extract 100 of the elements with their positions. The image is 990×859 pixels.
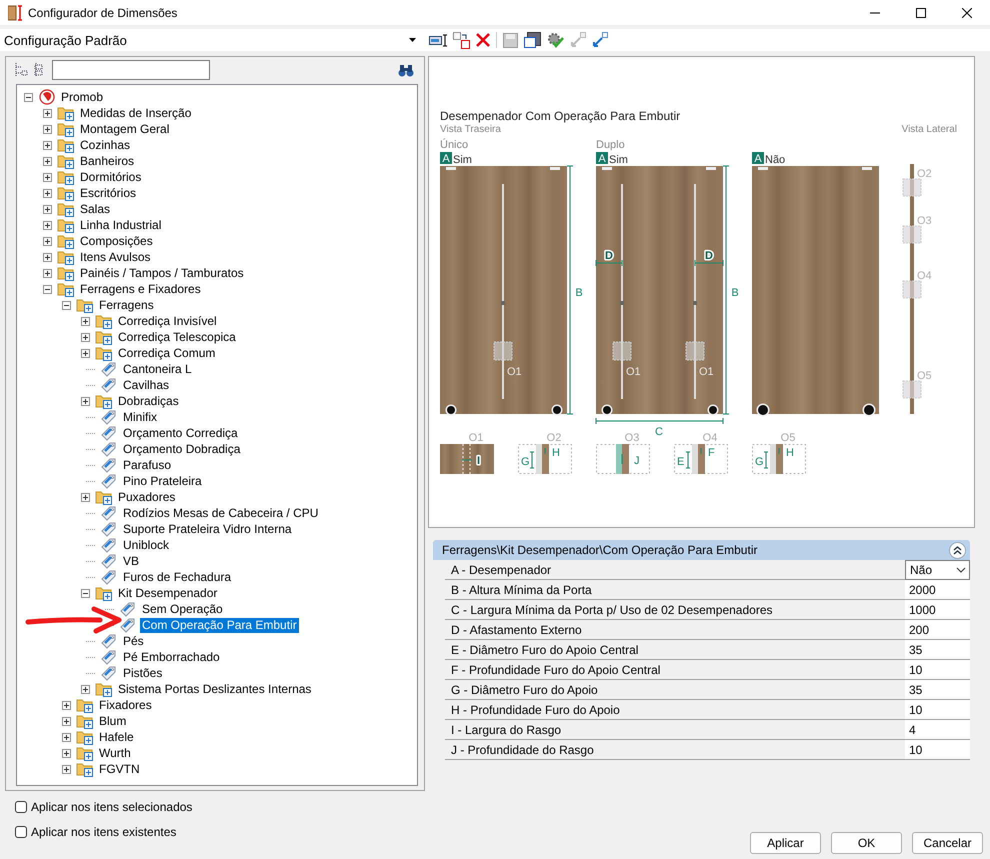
collapse-all-icon[interactable]	[14, 62, 28, 78]
value-field[interactable]: 2000	[905, 580, 970, 599]
checkbox[interactable]	[15, 826, 27, 838]
tree-item[interactable]: Pino Prateleira	[121, 474, 204, 488]
tree-item[interactable]: Cozinhas	[78, 138, 132, 152]
dialog-button[interactable]: Aplicar	[750, 832, 821, 854]
save-as-icon[interactable]	[524, 32, 541, 48]
tree-item[interactable]: Itens Avulsos	[78, 250, 152, 264]
collapse-toggle-icon[interactable]	[43, 284, 52, 294]
expand-toggle-icon[interactable]	[43, 220, 52, 230]
value-field[interactable]: 35	[905, 640, 970, 659]
expand-toggle-icon[interactable]	[62, 732, 71, 742]
tree-item[interactable]: Uniblock	[121, 538, 172, 552]
expand-toggle-icon[interactable]	[43, 268, 52, 278]
expand-toggle-icon[interactable]	[62, 716, 71, 726]
dialog-button[interactable]: Cancelar	[912, 832, 983, 854]
tree-item[interactable]: Painéis / Tampos / Tamburatos	[78, 266, 246, 280]
tree-item[interactable]: Parafuso	[121, 458, 174, 472]
tree-item[interactable]: Montagem Geral	[78, 122, 172, 136]
tree-item[interactable]: Pistões	[121, 666, 164, 680]
tree-item[interactable]: Dormitórios	[78, 170, 144, 184]
binoculars-icon[interactable]	[398, 64, 414, 76]
expand-toggle-icon[interactable]	[62, 700, 71, 710]
expand-toggle-icon[interactable]	[43, 236, 52, 246]
expand-toggle-icon[interactable]	[81, 492, 90, 502]
tree-item[interactable]: Fixadores	[97, 698, 154, 712]
value-field[interactable]: 200	[905, 620, 970, 639]
expand-toggle-icon[interactable]	[43, 252, 52, 262]
delete-icon[interactable]	[476, 33, 490, 47]
tree-item[interactable]: FGVTN	[97, 762, 142, 776]
tree-item[interactable]: Ferragens	[97, 298, 156, 312]
expand-toggle-icon[interactable]	[81, 348, 90, 358]
tree-item[interactable]: Orçamento Corrediça	[121, 426, 240, 440]
gear-check-icon[interactable]	[547, 32, 564, 48]
expand-toggle-icon[interactable]	[81, 396, 90, 406]
tree-item[interactable]: Orçamento Dobradiça	[121, 442, 242, 456]
tree-item[interactable]: Sistema Portas Deslizantes Internas	[116, 682, 314, 696]
expand-toggle-icon[interactable]	[43, 140, 52, 150]
expand-all-icon[interactable]	[34, 62, 44, 78]
tree-item[interactable]: Pés	[121, 634, 146, 648]
checkbox-label[interactable]: Aplicar nos itens selecionados	[31, 800, 192, 814]
tree-item[interactable]: Puxadores	[116, 490, 178, 504]
tree-item[interactable]: Corrediça Invisível	[116, 314, 219, 328]
search-field[interactable]	[52, 60, 210, 80]
tree-item[interactable]: Medidas de Inserção	[78, 106, 194, 120]
expand-toggle-icon[interactable]	[81, 316, 90, 326]
tree-item[interactable]: Linha Industrial	[78, 218, 164, 232]
tree-item[interactable]: Com Operação Para Embutir	[140, 618, 299, 632]
tree-item[interactable]: Escritórios	[78, 186, 138, 200]
value-field[interactable]: 4	[905, 720, 970, 739]
collapse-toggle-icon[interactable]	[24, 92, 33, 102]
tree-item[interactable]: Rodízios Mesas de Cabeceira / CPU	[121, 506, 320, 520]
expand-toggle-icon[interactable]	[43, 156, 52, 166]
expand-toggle-icon[interactable]	[81, 684, 90, 694]
tree-item[interactable]: Banheiros	[78, 154, 136, 168]
tree-item[interactable]: Sem Operação	[140, 602, 225, 616]
tree-item[interactable]: Corrediça Telescopica	[116, 330, 238, 344]
tree-item[interactable]: Corrediça Comum	[116, 346, 218, 360]
tree-item[interactable]: Furos de Fechadura	[121, 570, 234, 584]
collapse-toggle-icon[interactable]	[62, 300, 71, 310]
swap-icon[interactable]	[453, 32, 470, 48]
expand-toggle-icon[interactable]	[43, 188, 52, 198]
tree-item[interactable]: Cantoneira L	[121, 362, 194, 376]
tree-item[interactable]: Suporte Prateleira Vidro Interna	[121, 522, 294, 536]
save-icon[interactable]	[503, 32, 518, 48]
tree-item[interactable]: Composições	[78, 234, 155, 248]
tree-item[interactable]: Wurth	[97, 746, 133, 760]
value-dropdown[interactable]: Não	[905, 560, 970, 580]
expand-toggle-icon[interactable]	[81, 332, 90, 342]
checkbox[interactable]	[15, 801, 27, 813]
tree-item[interactable]: Promob	[59, 90, 106, 104]
expand-toggle-icon[interactable]	[43, 172, 52, 182]
property-label: C - Largura Mínima da Porta p/ Uso de 02 Desempenadores	[450, 602, 774, 616]
tree-item[interactable]: Cavilhas	[121, 378, 172, 392]
value-field[interactable]: 35	[905, 680, 970, 699]
dialog-button[interactable]: OK	[831, 832, 902, 854]
value-field[interactable]: 10	[905, 660, 970, 679]
expand-toggle-icon[interactable]	[62, 764, 71, 774]
collapse-button[interactable]	[949, 542, 966, 558]
tree-item[interactable]: Salas	[78, 202, 112, 216]
tree-item[interactable]: VB	[121, 554, 142, 568]
expand-toggle-icon[interactable]	[43, 204, 52, 214]
value-field[interactable]: 10	[905, 700, 970, 719]
arrow-icon[interactable]	[592, 32, 608, 48]
tree-item[interactable]: Pé Emborrachado	[121, 650, 222, 664]
tree-item[interactable]: Ferragens e Fixadores	[78, 282, 203, 296]
expand-toggle-icon[interactable]	[43, 124, 52, 134]
folder-icon	[76, 697, 94, 713]
value-field[interactable]: 1000	[905, 600, 970, 619]
tree-item[interactable]: Dobradiças	[116, 394, 181, 408]
tree-item[interactable]: Blum	[97, 714, 128, 728]
expand-toggle-icon[interactable]	[62, 748, 71, 758]
value-field[interactable]: 10	[905, 740, 970, 759]
tree-item[interactable]: Hafele	[97, 730, 136, 744]
collapse-toggle-icon[interactable]	[81, 588, 90, 598]
text-field-icon[interactable]	[429, 33, 447, 47]
expand-toggle-icon[interactable]	[43, 108, 52, 118]
tree-item[interactable]: Kit Desempenador	[116, 586, 220, 600]
checkbox-label[interactable]: Aplicar nos itens existentes	[31, 825, 176, 839]
tree-item[interactable]: Minifix	[121, 410, 160, 424]
